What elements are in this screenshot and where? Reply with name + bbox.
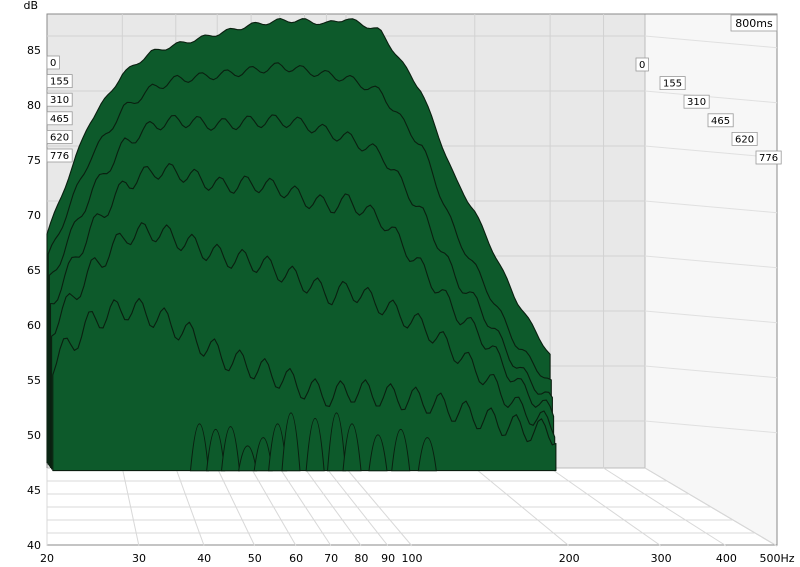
x-tick-label-300: 300 xyxy=(651,552,672,565)
time-label-left-3: 465 xyxy=(50,114,69,125)
time-label-right-4: 620 xyxy=(735,134,754,145)
y-tick-label-60: 60 xyxy=(27,319,41,332)
time-label-right-1: 155 xyxy=(663,79,682,90)
x-tick-label-90: 90 xyxy=(381,552,395,565)
time-label-left-5: 776 xyxy=(50,151,69,162)
x-tick-label-60: 60 xyxy=(289,552,303,565)
y-axis-unit: dB xyxy=(23,0,38,12)
waterfall-chart: 85 80 75 70 65 60 55 50 45 40 dB 20 30 40 50 60 70 80 90 10… xyxy=(0,0,800,567)
y-tick-label-75: 75 xyxy=(27,154,41,167)
y-tick-label-65: 65 xyxy=(27,264,41,277)
y-tick-label-55: 55 xyxy=(27,374,41,387)
time-label-left-1: 155 xyxy=(50,77,69,88)
x-tick-label-80: 80 xyxy=(354,552,368,565)
side-wall xyxy=(645,14,777,546)
y-tick-label-70: 70 xyxy=(27,209,41,222)
y-tick-label-45: 45 xyxy=(27,484,41,497)
y-tick-label-50: 50 xyxy=(27,429,41,442)
time-label-right-5: 776 xyxy=(759,153,778,164)
time-window-label: 800ms xyxy=(735,17,773,30)
x-tick-label-70: 70 xyxy=(324,552,338,565)
time-label-right-2: 310 xyxy=(687,97,706,108)
time-label-right-0: 0 xyxy=(639,60,645,71)
x-tick-label-400: 400 xyxy=(716,552,737,565)
x-tick-label-200: 200 xyxy=(559,552,580,565)
x-tick-label-50: 50 xyxy=(248,552,262,565)
x-tick-label-500: 500Hz xyxy=(759,552,794,565)
time-label-left-0: 0 xyxy=(50,58,56,69)
time-label-left-2: 310 xyxy=(50,95,69,106)
x-tick-label-100: 100 xyxy=(402,552,423,565)
time-label-right-3: 465 xyxy=(711,116,730,127)
x-tick-label-40: 40 xyxy=(197,552,211,565)
y-tick-label-85: 85 xyxy=(27,44,41,57)
waterfall-plot: 85 80 75 70 65 60 55 50 45 40 dB 20 30 40 50 60 70 80 90 10… xyxy=(23,0,794,565)
x-tick-label-20: 20 xyxy=(40,552,54,565)
y-tick-label-80: 80 xyxy=(27,99,41,112)
time-label-left-4: 620 xyxy=(50,132,69,143)
x-tick-label-30: 30 xyxy=(132,552,146,565)
y-tick-label-40: 40 xyxy=(27,539,41,552)
